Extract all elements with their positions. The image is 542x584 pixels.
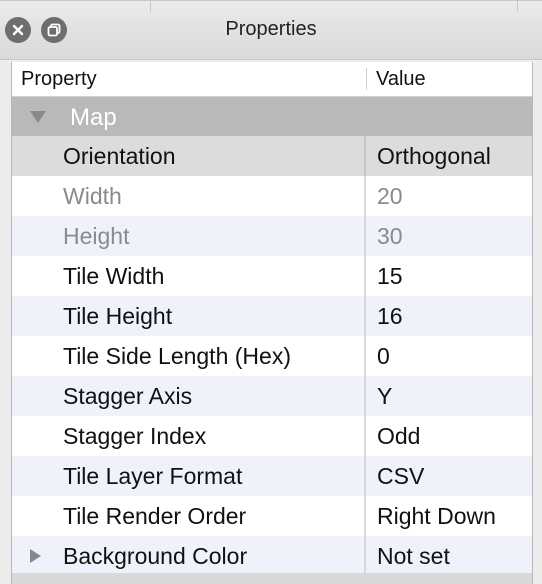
table-row[interactable]: Orientation Orthogonal — [12, 136, 532, 176]
property-value[interactable]: 0 — [377, 343, 390, 370]
property-name: Tile Layer Format — [63, 463, 243, 489]
property-name: Tile Width — [63, 263, 165, 289]
property-name: Stagger Axis — [63, 383, 193, 409]
property-name: Orientation — [63, 143, 176, 169]
column-divider[interactable] — [366, 68, 367, 90]
property-name: Width — [63, 183, 122, 209]
column-divider — [364, 336, 366, 376]
table-row[interactable]: Background Color Not set — [12, 536, 532, 576]
property-value[interactable]: Orthogonal — [377, 143, 491, 170]
column-divider — [364, 416, 366, 456]
property-value: 20 — [377, 183, 403, 209]
scroll-edge — [12, 573, 532, 584]
property-name: Background Color — [63, 543, 248, 569]
table-row[interactable]: Width 20 — [12, 176, 532, 216]
table-header: Property Value — [12, 62, 532, 97]
property-value[interactable]: Right Down — [377, 503, 496, 530]
divider — [0, 59, 542, 60]
window-title: Properties — [225, 18, 317, 40]
property-value[interactable]: Not set — [377, 543, 450, 570]
property-name: Tile Render Order — [63, 503, 247, 529]
disclosure-down-icon[interactable] — [30, 111, 46, 123]
column-divider — [364, 216, 366, 256]
divider — [150, 0, 151, 12]
column-divider — [364, 256, 366, 296]
table-row[interactable]: Tile Render Order Right Down — [12, 496, 532, 536]
property-rows: Orientation Orthogonal Width 20 Height 30 Tile… — [12, 136, 532, 576]
column-divider — [364, 176, 366, 216]
property-value: 30 — [377, 223, 403, 249]
table-row[interactable]: Tile Width 15 — [12, 256, 532, 296]
property-value[interactable]: CSV — [377, 463, 424, 490]
property-name: Height — [63, 223, 130, 249]
property-name: Tile Height — [63, 303, 173, 329]
group-label: Map — [70, 104, 117, 131]
table-row[interactable]: Tile Side Length (Hex) 0 — [12, 336, 532, 376]
property-name: Stagger Index — [63, 423, 207, 449]
table-row[interactable]: Tile Layer Format CSV — [12, 456, 532, 496]
column-divider — [364, 376, 366, 416]
table-row[interactable]: Stagger Axis Y — [12, 376, 532, 416]
column-divider — [364, 456, 366, 496]
header-property[interactable]: Property — [21, 68, 97, 91]
property-value[interactable]: 15 — [377, 263, 403, 290]
divider — [0, 0, 542, 1]
table-row[interactable]: Stagger Index Odd — [12, 416, 532, 456]
table-row[interactable]: Tile Height 16 — [12, 296, 532, 336]
disclosure-right-icon[interactable] — [30, 549, 41, 563]
title-bar: Properties — [0, 0, 542, 60]
table-row[interactable]: Height 30 — [12, 216, 532, 256]
divider — [517, 0, 518, 12]
property-value[interactable]: Odd — [377, 423, 420, 450]
property-table: Property Value Map Orientation Orthogonal… — [11, 62, 533, 584]
column-divider — [364, 536, 366, 576]
column-divider — [364, 496, 366, 536]
property-value[interactable]: 16 — [377, 303, 403, 330]
property-value[interactable]: Y — [377, 383, 392, 410]
column-divider — [364, 136, 366, 176]
group-header-map[interactable]: Map — [12, 97, 532, 136]
header-value[interactable]: Value — [376, 68, 426, 91]
column-divider — [364, 296, 366, 336]
property-name: Tile Side Length (Hex) — [63, 343, 291, 369]
